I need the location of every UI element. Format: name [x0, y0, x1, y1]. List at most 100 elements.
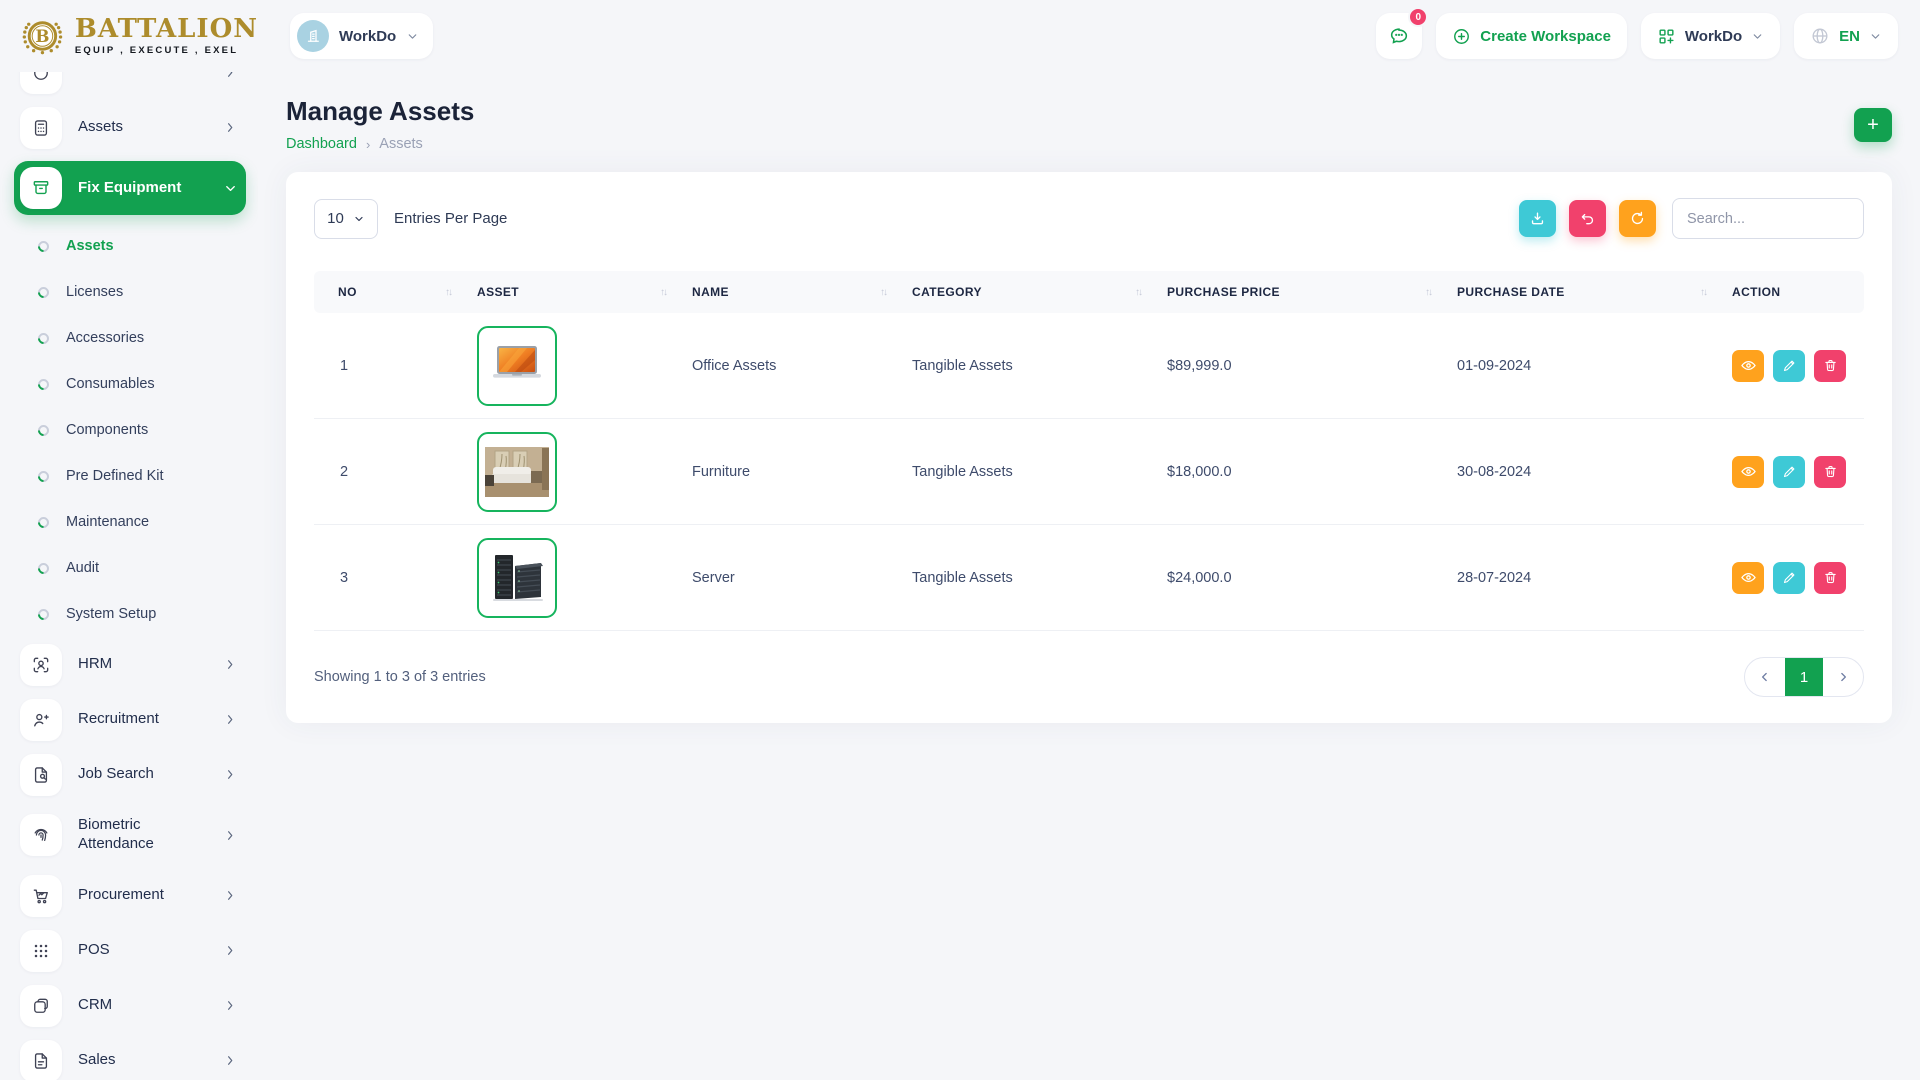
table-row: 3 — [314, 525, 1864, 631]
chevron-down-icon — [353, 213, 365, 225]
sidebar-item-partial[interactable] — [14, 72, 246, 100]
cell-category: Tangible Assets — [896, 358, 1151, 374]
language-label: EN — [1839, 28, 1860, 45]
sidebar-item-label: Biometric Attendance — [78, 816, 207, 854]
export-button[interactable] — [1519, 200, 1556, 237]
submenu-item-components[interactable]: Components — [24, 407, 246, 453]
cell-purchase-price: $18,000.0 — [1151, 464, 1441, 480]
create-workspace-button[interactable]: Create Workspace — [1436, 13, 1627, 59]
sidebar-item-label: Job Search — [78, 765, 207, 784]
eye-icon — [1740, 569, 1757, 586]
globe-icon — [1810, 26, 1830, 46]
submenu-item-audit[interactable]: Audit — [24, 545, 246, 591]
chevron-left-icon — [1758, 670, 1772, 684]
edit-button[interactable] — [1773, 456, 1805, 488]
submenu-item-system-setup[interactable]: System Setup — [24, 591, 246, 637]
sidebar-item-label: POS — [78, 941, 207, 960]
server-thumbnail[interactable] — [477, 538, 557, 618]
delete-button[interactable] — [1814, 350, 1846, 382]
document-search-icon — [20, 754, 62, 796]
eye-icon — [1740, 463, 1757, 480]
submenu-item-maintenance[interactable]: Maintenance — [24, 499, 246, 545]
column-header-purchase-price[interactable]: PURCHASE PRICE↑↓ — [1151, 271, 1441, 313]
edit-button[interactable] — [1773, 562, 1805, 594]
submenu-item-assets[interactable]: Assets — [24, 223, 246, 269]
chevron-right-icon — [223, 1053, 238, 1068]
column-header-no[interactable]: NO↑↓ — [314, 271, 461, 313]
trash-icon — [1823, 570, 1838, 585]
grid-plus-icon — [1657, 27, 1676, 46]
previous-page-button[interactable] — [1745, 658, 1785, 696]
topbar-actions: 0 Create Workspace WorkDo EN — [1376, 13, 1898, 59]
chat-icon — [1388, 25, 1410, 47]
column-header-asset[interactable]: ASSET↑↓ — [461, 271, 676, 313]
trash-icon — [1823, 358, 1838, 373]
table-header: NO↑↓ ASSET↑↓ NAME↑↓ CATEGORY↑↓ PURCHASE … — [314, 271, 1864, 313]
furniture-thumbnail[interactable] — [477, 432, 557, 512]
submenu-item-consumables[interactable]: Consumables — [24, 361, 246, 407]
undo-button[interactable] — [1569, 200, 1606, 237]
sidebar-item-job-search[interactable]: Job Search — [14, 747, 246, 802]
delete-button[interactable] — [1814, 456, 1846, 488]
submenu-item-accessories[interactable]: Accessories — [24, 315, 246, 361]
submenu-item-pre-defined-kit[interactable]: Pre Defined Kit — [24, 453, 246, 499]
workspace-selector[interactable]: WorkDo — [290, 13, 433, 59]
entries-summary: Showing 1 to 3 of 3 entries — [314, 669, 486, 685]
pencil-icon — [1782, 358, 1797, 373]
laptop-thumbnail[interactable] — [477, 326, 557, 406]
column-header-name[interactable]: NAME↑↓ — [676, 271, 896, 313]
cell-no: 3 — [314, 570, 461, 586]
column-header-purchase-date[interactable]: PURCHASE DATE↑↓ — [1441, 271, 1716, 313]
person-plus-icon — [20, 699, 62, 741]
sidebar-item-fix-equipment[interactable]: Fix Equipment — [14, 161, 246, 215]
sidebar-item-hrm[interactable]: HRM — [14, 637, 246, 692]
refresh-button[interactable] — [1619, 200, 1656, 237]
sidebar: Assets Fix Equipment Assets Licenses Acc… — [0, 72, 258, 1080]
entries-per-page-label: Entries Per Page — [394, 210, 507, 227]
download-icon — [1529, 210, 1546, 227]
sidebar-item-sales[interactable]: Sales — [14, 1033, 246, 1080]
cell-purchase-price: $89,999.0 — [1151, 358, 1441, 374]
view-button[interactable] — [1732, 562, 1764, 594]
sidebar-item-label: Sales — [78, 1051, 207, 1070]
breadcrumb-dashboard-link[interactable]: Dashboard — [286, 136, 357, 152]
chevron-right-icon — [223, 828, 238, 843]
language-selector[interactable]: EN — [1794, 13, 1898, 59]
delete-button[interactable] — [1814, 562, 1846, 594]
column-header-action[interactable]: ACTION — [1716, 271, 1864, 313]
sidebar-item-procurement[interactable]: Procurement — [14, 868, 246, 923]
battalion-emblem-icon: B — [16, 9, 69, 63]
workdo-menu-button[interactable]: WorkDo — [1641, 13, 1780, 59]
sidebar-item-recruitment[interactable]: Recruitment — [14, 692, 246, 747]
search-input[interactable] — [1672, 198, 1864, 239]
page-title: Manage Assets — [286, 96, 474, 127]
cell-category: Tangible Assets — [896, 464, 1151, 480]
svg-text:B: B — [35, 26, 49, 46]
bullet-icon — [36, 284, 52, 300]
sort-icon: ↑↓ — [1700, 287, 1706, 298]
plus-circle-icon — [1452, 27, 1471, 46]
next-page-button[interactable] — [1823, 658, 1863, 696]
file-icon — [20, 1040, 62, 1080]
entries-per-page-select[interactable]: 10 — [314, 199, 378, 239]
sidebar-item-crm[interactable]: CRM — [14, 978, 246, 1033]
eye-icon — [1740, 357, 1757, 374]
messages-button[interactable]: 0 — [1376, 13, 1422, 59]
plus-icon: + — [1867, 115, 1879, 135]
pagination: 1 — [1744, 657, 1864, 697]
cell-asset — [461, 432, 676, 512]
submenu-item-licenses[interactable]: Licenses — [24, 269, 246, 315]
grid-dots-icon — [20, 930, 62, 972]
sidebar-item-pos[interactable]: POS — [14, 923, 246, 978]
edit-button[interactable] — [1773, 350, 1805, 382]
sidebar-item-assets[interactable]: Assets — [14, 100, 246, 155]
column-header-category[interactable]: CATEGORY↑↓ — [896, 271, 1151, 313]
chevron-right-icon — [223, 767, 238, 782]
page-number-active[interactable]: 1 — [1785, 658, 1823, 696]
view-button[interactable] — [1732, 456, 1764, 488]
cell-asset — [461, 538, 676, 618]
sidebar-item-biometric-attendance[interactable]: Biometric Attendance — [14, 802, 246, 868]
chevron-right-icon — [223, 657, 238, 672]
view-button[interactable] — [1732, 350, 1764, 382]
add-asset-button[interactable]: + — [1854, 108, 1892, 142]
